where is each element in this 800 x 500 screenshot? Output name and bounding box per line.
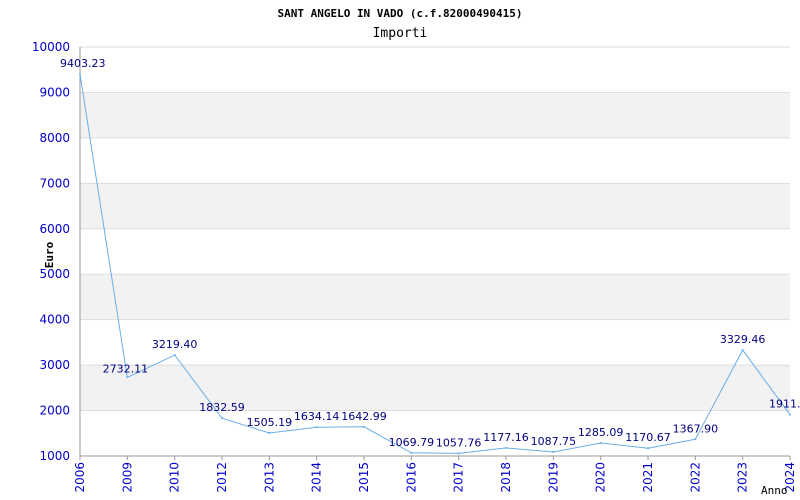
x-axis-ticks: 2006 2009 2010 2012 2013 2014 2015 2016 2017 2018… <box>73 456 797 493</box>
data-point <box>221 417 223 420</box>
y-tick-label: 4000 <box>39 313 70 327</box>
data-point <box>363 425 365 428</box>
data-point <box>410 451 413 454</box>
x-tick-label: 2013 <box>262 462 276 493</box>
y-tick-label: 2000 <box>39 404 70 418</box>
x-tick-label: 2006 <box>73 462 87 493</box>
data-point <box>647 447 649 450</box>
data-point <box>79 73 81 76</box>
data-label: 1069.79 <box>389 436 435 449</box>
x-tick-label: 2009 <box>120 462 134 493</box>
x-tick-label: 2012 <box>215 462 229 493</box>
data-label: 1170.67 <box>625 431 671 444</box>
grid-band <box>80 274 790 320</box>
chart-subtitle: Importi <box>373 26 428 41</box>
grid-band <box>80 92 790 138</box>
data-label: 1911.2 <box>769 398 800 411</box>
data-point <box>315 426 318 429</box>
data-point <box>505 446 507 449</box>
y-tick-label: 6000 <box>39 222 70 236</box>
data-label: 3219.40 <box>152 338 198 351</box>
data-label: 1057.76 <box>436 436 482 449</box>
grid-bands <box>80 92 790 411</box>
x-axis-label: Anno <box>761 484 788 497</box>
y-tick-label: 9000 <box>39 85 70 99</box>
data-label: 1177.16 <box>483 431 529 444</box>
chart-title: SANT ANGELO IN VADO (c.f.82000490415) <box>277 7 522 20</box>
x-tick-label: 2023 <box>736 462 750 493</box>
data-label: 1285.09 <box>578 426 624 439</box>
data-label: 1642.99 <box>341 410 387 423</box>
y-tick-label: 5000 <box>39 267 70 281</box>
data-label: 9403.23 <box>60 57 106 70</box>
grid-band <box>80 365 790 411</box>
y-axis-label: Euro <box>43 241 56 268</box>
line-chart: SANT ANGELO IN VADO (c.f.82000490415) Im… <box>32 7 800 497</box>
x-tick-label: 2020 <box>594 462 608 493</box>
y-tick-label: 8000 <box>39 131 70 145</box>
y-tick-label: 1000 <box>39 449 70 463</box>
x-tick-label: 2014 <box>310 462 324 493</box>
x-tick-label: 2010 <box>168 462 182 493</box>
data-point <box>789 413 791 416</box>
data-label: 1367.90 <box>673 422 719 435</box>
data-label: 1832.59 <box>199 401 245 414</box>
x-tick-label: 2016 <box>404 462 418 493</box>
x-tick-label: 2015 <box>357 462 371 493</box>
data-point <box>694 438 697 441</box>
data-point <box>457 452 460 455</box>
data-point <box>552 451 555 454</box>
x-tick-label: 2021 <box>641 462 655 493</box>
y-tick-label: 10000 <box>32 40 70 54</box>
data-label: 3329.46 <box>720 333 766 346</box>
data-label: 1505.19 <box>247 416 293 429</box>
data-point <box>268 432 271 435</box>
y-tick-label: 3000 <box>39 358 70 372</box>
data-label: 1087.75 <box>531 435 577 448</box>
data-point <box>599 442 602 445</box>
x-tick-label: 2017 <box>452 462 466 493</box>
data-label: 2732.11 <box>103 362 149 375</box>
x-tick-label: 2018 <box>499 462 513 493</box>
data-point <box>741 349 744 352</box>
y-tick-label: 7000 <box>39 176 70 190</box>
data-point <box>173 354 176 357</box>
x-tick-label: 2022 <box>688 462 702 493</box>
data-label: 1634.14 <box>294 410 340 423</box>
x-tick-label: 2019 <box>546 462 560 493</box>
data-point <box>126 376 129 379</box>
grid-band <box>80 183 790 229</box>
